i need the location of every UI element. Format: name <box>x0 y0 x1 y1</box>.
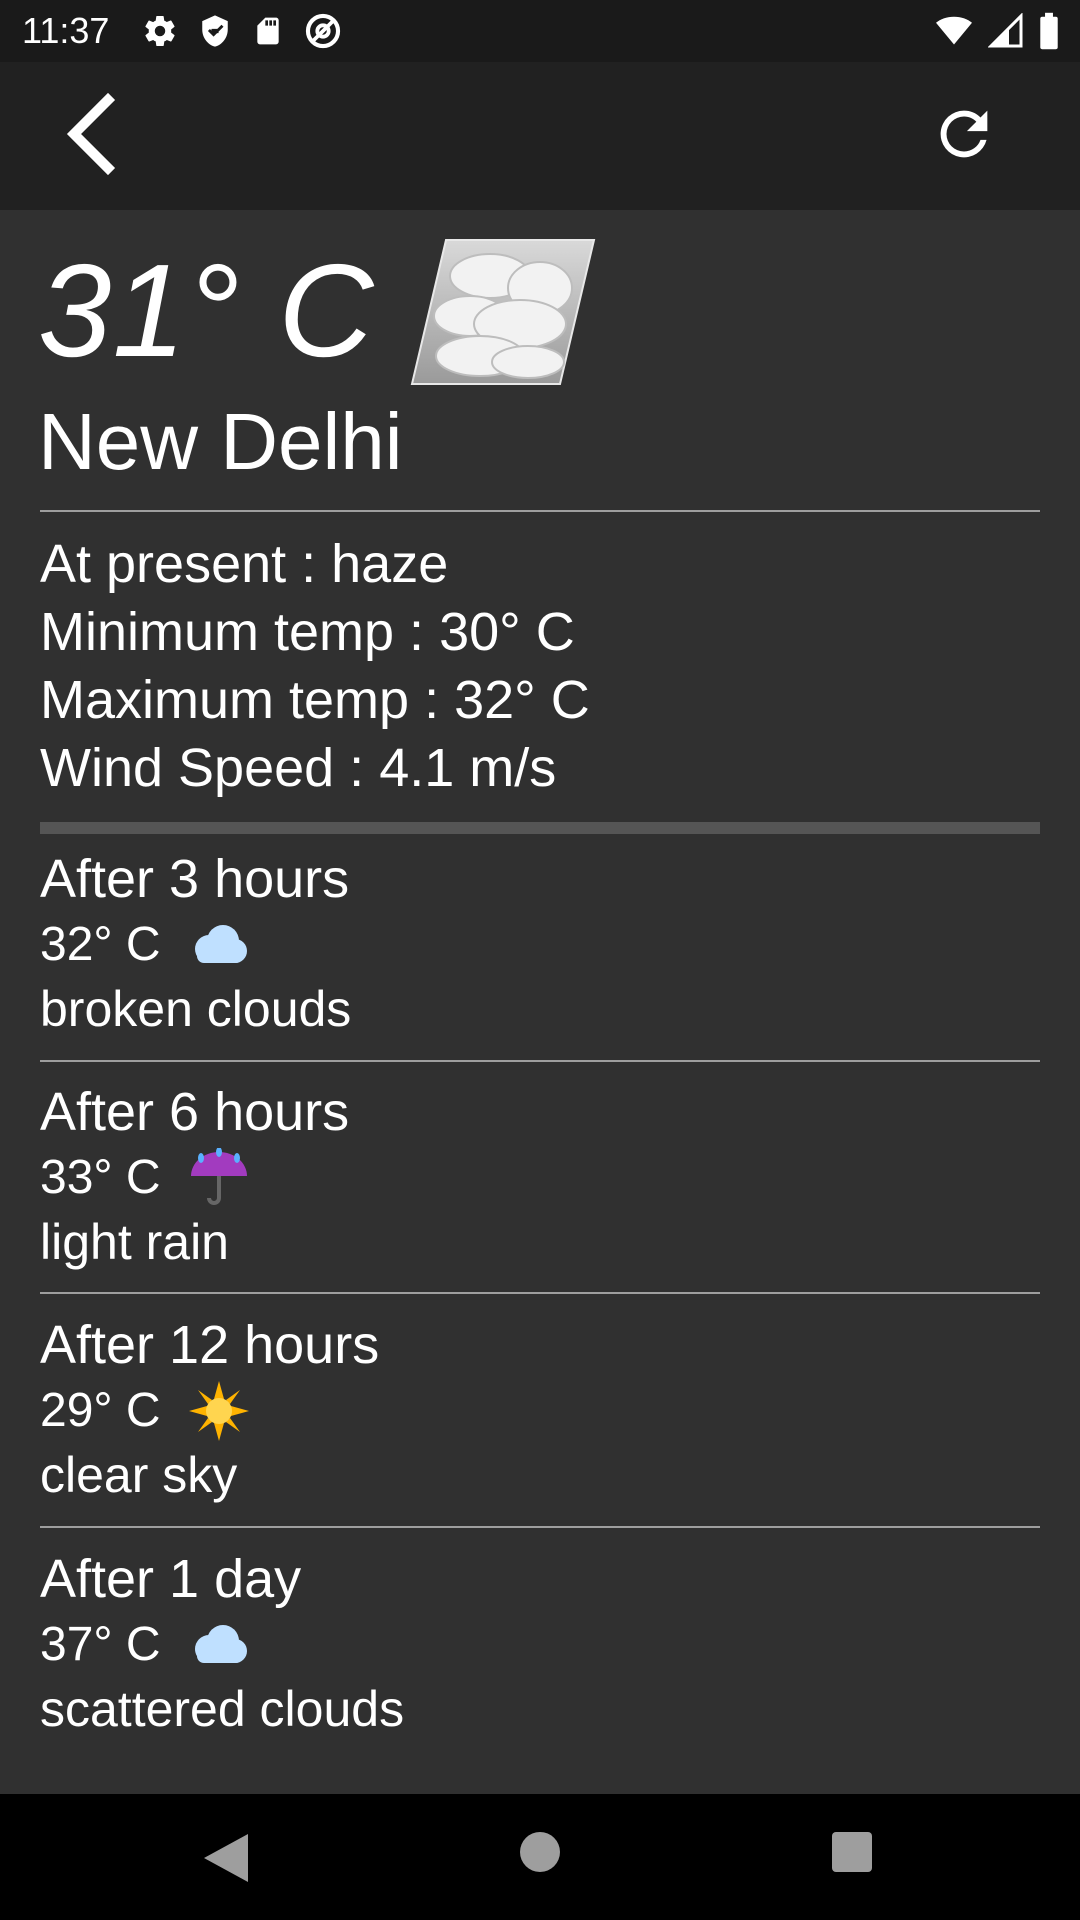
wifi-icon <box>934 13 974 49</box>
forecast-temp: 32° C <box>40 918 161 971</box>
detail-minimum-temp: Minimum temp : 30° C <box>40 602 575 662</box>
current-details: At present : haze Minimum temp : 30° C M… <box>40 530 590 802</box>
forecast-title: After 6 hours <box>40 1082 350 1142</box>
at-sign-icon <box>304 12 342 50</box>
forecast-title: After 12 hours <box>40 1315 380 1375</box>
detail-present-condition: At present : haze <box>40 534 449 594</box>
forecast-description: clear sky <box>40 1447 238 1503</box>
back-button[interactable] <box>48 92 136 180</box>
divider <box>40 1292 1040 1294</box>
forecast-title: After 3 hours <box>40 849 350 909</box>
status-left-icons <box>142 12 342 50</box>
nav-recents-button[interactable] <box>832 1832 872 1872</box>
detail-maximum-temp: Maximum temp : 32° C <box>40 670 590 730</box>
cloud-icon <box>189 1615 249 1675</box>
sun-icon <box>188 1381 249 1441</box>
app-bar <box>0 62 1080 210</box>
status-time: 11:37 <box>22 10 110 51</box>
gear-icon <box>142 13 178 49</box>
forecast-description: broken clouds <box>40 981 352 1037</box>
refresh-icon <box>929 99 999 174</box>
status-right-icons <box>934 12 1060 50</box>
forecast-description: light rain <box>40 1214 229 1270</box>
forecast-title: After 1 day <box>40 1549 302 1609</box>
haze-clouds-icon <box>410 238 596 386</box>
forecast-item: After 12 hours 29° C clear sky <box>40 1312 1040 1506</box>
umbrella-rain-icon <box>189 1148 249 1208</box>
detail-wind-speed: Wind Speed : 4.1 m/s <box>40 738 557 798</box>
forecast-item: After 1 day 37° C scattered clouds <box>40 1546 1040 1740</box>
navigation-bar <box>0 1794 1080 1920</box>
refresh-button[interactable] <box>920 92 1008 180</box>
forecast-description: scattered clouds <box>40 1681 405 1737</box>
chevron-left-icon <box>62 92 122 181</box>
current-temperature: 31° C <box>38 237 375 384</box>
nav-home-button[interactable] <box>520 1832 560 1872</box>
cloud-icon <box>189 915 249 975</box>
cell-signal-icon <box>988 13 1024 49</box>
divider <box>40 1526 1040 1528</box>
divider <box>40 510 1040 512</box>
forecast-temp: 33° C <box>40 1151 161 1204</box>
forecast-temp: 29° C <box>40 1384 161 1437</box>
city-name: New Delhi <box>38 397 403 486</box>
divider <box>40 1060 1040 1062</box>
nav-back-button[interactable] <box>200 1830 252 1886</box>
sd-card-icon <box>252 13 284 49</box>
battery-icon <box>1038 12 1060 50</box>
forecast-item: After 6 hours 33° C light rain <box>40 1079 1040 1273</box>
forecast-temp: 37° C <box>40 1618 161 1671</box>
status-bar: 11:37 <box>0 0 1080 62</box>
forecast-item: After 3 hours 32° C broken clouds <box>40 846 1040 1040</box>
section-divider <box>40 822 1040 834</box>
shield-icon <box>198 13 232 49</box>
